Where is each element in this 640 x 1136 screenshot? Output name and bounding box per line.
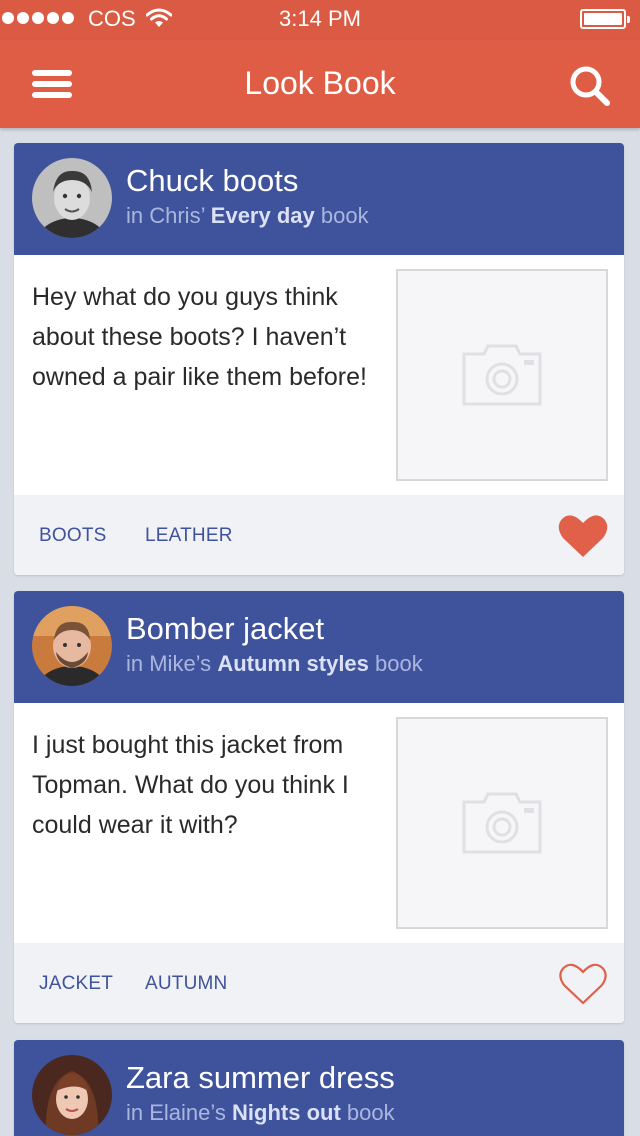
subtitle-prefix: in Elaine’s bbox=[126, 1100, 226, 1125]
subtitle-suffix: book bbox=[375, 651, 423, 676]
post-card-header[interactable]: Bomber jacket in Mike’s Autumn styles bo… bbox=[14, 591, 624, 703]
camera-placeholder-icon bbox=[462, 344, 542, 406]
photo-placeholder[interactable] bbox=[396, 717, 608, 929]
post-card[interactable]: Zara summer dress in Elaine’s Nights out… bbox=[14, 1040, 624, 1136]
post-card-footer: JACKET AUTUMN bbox=[14, 943, 624, 1023]
post-title: Zara summer dress bbox=[126, 1060, 395, 1095]
post-card[interactable]: Chuck boots in Chris’ Every day book Hey… bbox=[14, 143, 624, 575]
post-title: Chuck boots bbox=[126, 163, 299, 198]
post-text: Hey what do you guys think about these b… bbox=[32, 283, 367, 391]
post-card-header[interactable]: Zara summer dress in Elaine’s Nights out… bbox=[14, 1040, 624, 1136]
book-link[interactable]: Every day bbox=[211, 203, 315, 228]
subtitle-prefix: in Chris’ bbox=[126, 203, 205, 228]
post-subtitle: in Mike’s Autumn styles book bbox=[126, 651, 423, 677]
tag-link[interactable]: JACKET bbox=[39, 973, 113, 995]
photo-placeholder[interactable] bbox=[396, 269, 608, 481]
navigation-bar: Look Book bbox=[0, 40, 640, 128]
subtitle-prefix: in Mike’s bbox=[126, 651, 212, 676]
heart-outline-icon[interactable] bbox=[558, 961, 608, 1007]
subtitle-suffix: book bbox=[346, 1100, 395, 1125]
tag-link[interactable]: BOOTS bbox=[39, 525, 107, 547]
avatar[interactable] bbox=[32, 158, 112, 238]
post-card[interactable]: Bomber jacket in Mike’s Autumn styles bo… bbox=[14, 591, 624, 1023]
post-title: Bomber jacket bbox=[126, 611, 325, 646]
tag-link[interactable]: AUTUMN bbox=[145, 973, 227, 995]
battery-icon bbox=[580, 9, 630, 29]
post-card-header[interactable]: Chuck boots in Chris’ Every day book bbox=[14, 143, 624, 255]
post-subtitle: in Chris’ Every day book bbox=[126, 203, 369, 229]
post-card-body: Hey what do you guys think about these b… bbox=[14, 255, 624, 495]
post-subtitle: in Elaine’s Nights out book bbox=[126, 1100, 395, 1126]
post-card-body: I just bought this jacket from Topman. W… bbox=[14, 703, 624, 943]
post-card-footer: BOOTS LEATHER bbox=[14, 495, 624, 575]
heart-filled-icon[interactable] bbox=[558, 513, 608, 559]
book-link[interactable]: Nights out bbox=[232, 1100, 341, 1125]
subtitle-suffix: book bbox=[320, 203, 369, 228]
page-title: Look Book bbox=[244, 65, 396, 101]
avatar[interactable] bbox=[32, 1055, 112, 1135]
status-time: 3:14 PM bbox=[279, 6, 361, 31]
avatar[interactable] bbox=[32, 606, 112, 686]
post-text: I just bought this jacket from Topman. W… bbox=[32, 731, 349, 839]
camera-placeholder-icon bbox=[462, 792, 542, 854]
book-link[interactable]: Autumn styles bbox=[217, 651, 369, 676]
status-bar: COS 3:14 PM bbox=[0, 0, 640, 40]
tag-link[interactable]: LEATHER bbox=[145, 525, 233, 547]
search-icon[interactable] bbox=[566, 62, 614, 110]
